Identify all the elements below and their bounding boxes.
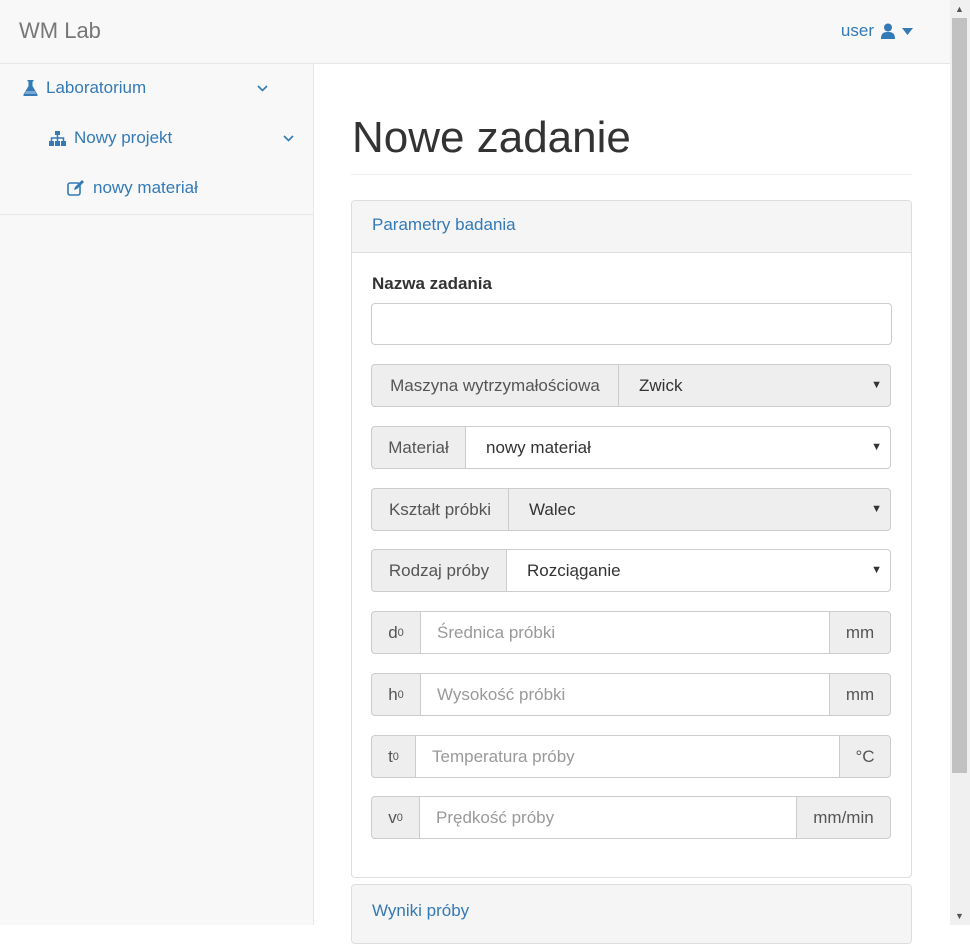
test-type-select[interactable]: Rozciąganie ▼ xyxy=(506,549,891,592)
caret-down-icon: ▼ xyxy=(871,379,882,391)
h0-label: h0 xyxy=(371,673,420,716)
scroll-down-icon[interactable]: ▼ xyxy=(955,911,964,921)
material-group: Materiał nowy materiał ▼ xyxy=(371,426,891,469)
user-icon xyxy=(881,23,895,39)
sidebar-item-label: nowy materiał xyxy=(93,178,198,197)
sitemap-icon xyxy=(49,130,66,146)
h0-unit: mm xyxy=(830,673,891,716)
shape-select[interactable]: Walec ▼ xyxy=(508,488,891,531)
temperature-input[interactable]: Temperatura próby xyxy=(415,735,840,778)
material-select[interactable]: nowy materiał ▼ xyxy=(465,426,891,469)
machine-label: Maszyna wytrzymałościowa xyxy=(371,364,618,407)
page-title: Nowe zadanie xyxy=(351,113,912,175)
v0-label: v0 xyxy=(371,796,419,839)
chevron-down-icon xyxy=(257,84,268,92)
caret-down-icon: ▼ xyxy=(871,503,882,515)
v0-group: v0 Prędkość próby mm/min xyxy=(371,796,891,839)
scroll-up-icon[interactable]: ▲ xyxy=(955,4,964,14)
d0-unit: mm xyxy=(830,611,891,654)
user-menu-label: user xyxy=(840,21,874,40)
shape-value: Walec xyxy=(529,499,576,519)
t0-unit: °C xyxy=(840,735,891,778)
caret-down-icon xyxy=(902,27,913,35)
sidebar-item-laboratorium[interactable]: Laboratorium xyxy=(23,78,313,98)
machine-select[interactable]: Zwick ▼ xyxy=(618,364,891,407)
machine-group: Maszyna wytrzymałościowa Zwick ▼ xyxy=(371,364,891,407)
user-menu[interactable]: user xyxy=(841,21,913,41)
v0-unit: mm/min xyxy=(797,796,891,839)
material-label: Materiał xyxy=(371,426,465,469)
d0-group: d0 Średnica próbki mm xyxy=(371,611,891,654)
flask-icon xyxy=(23,80,38,96)
sidebar-item-label: Laboratorium xyxy=(46,78,147,97)
h0-group: h0 Wysokość próbki mm xyxy=(371,673,891,716)
sidebar-menu: Laboratorium Nowy projekt nowy materiał xyxy=(0,64,313,215)
top-navbar: WM Lab user xyxy=(0,0,950,64)
material-value: nowy materiał xyxy=(486,437,591,457)
brand-logo[interactable]: WM Lab xyxy=(19,18,101,44)
test-type-label: Rodzaj próby xyxy=(371,549,506,592)
sidebar-item-label: Nowy projekt xyxy=(74,128,173,147)
d0-label: d0 xyxy=(371,611,420,654)
height-input[interactable]: Wysokość próbki xyxy=(420,673,830,716)
params-panel: Parametry badania Nazwa zadania Maszyna … xyxy=(351,200,912,878)
speed-input[interactable]: Prędkość próby xyxy=(419,796,797,839)
caret-down-icon: ▼ xyxy=(871,564,882,576)
panel-heading[interactable]: Parametry badania xyxy=(352,201,911,253)
task-name-input[interactable] xyxy=(371,303,892,345)
sidebar: Laboratorium Nowy projekt nowy materiał xyxy=(0,64,314,925)
task-name-label: Nazwa zadania xyxy=(372,274,492,293)
results-panel: Wyniki próby xyxy=(351,884,912,944)
test-type-value: Rozciąganie xyxy=(527,560,621,580)
chevron-down-icon xyxy=(283,134,294,142)
edit-icon xyxy=(67,180,84,196)
shape-label: Kształt próbki xyxy=(371,488,508,531)
panel-heading[interactable]: Wyniki próby xyxy=(352,885,911,937)
scrollbar[interactable]: ▲ ▼ xyxy=(950,0,970,925)
diameter-input[interactable]: Średnica próbki xyxy=(420,611,830,654)
sidebar-item-nowy-material[interactable]: nowy materiał xyxy=(67,178,198,198)
sidebar-item-nowy-projekt[interactable]: Nowy projekt xyxy=(49,128,313,148)
caret-down-icon: ▼ xyxy=(871,441,882,453)
t0-label: t0 xyxy=(371,735,415,778)
t0-group: t0 Temperatura próby °C xyxy=(371,735,891,778)
shape-group: Kształt próbki Walec ▼ xyxy=(371,488,891,531)
machine-value: Zwick xyxy=(639,375,683,395)
scroll-thumb[interactable] xyxy=(952,18,967,773)
test-type-group: Rodzaj próby Rozciąganie ▼ xyxy=(371,549,891,592)
